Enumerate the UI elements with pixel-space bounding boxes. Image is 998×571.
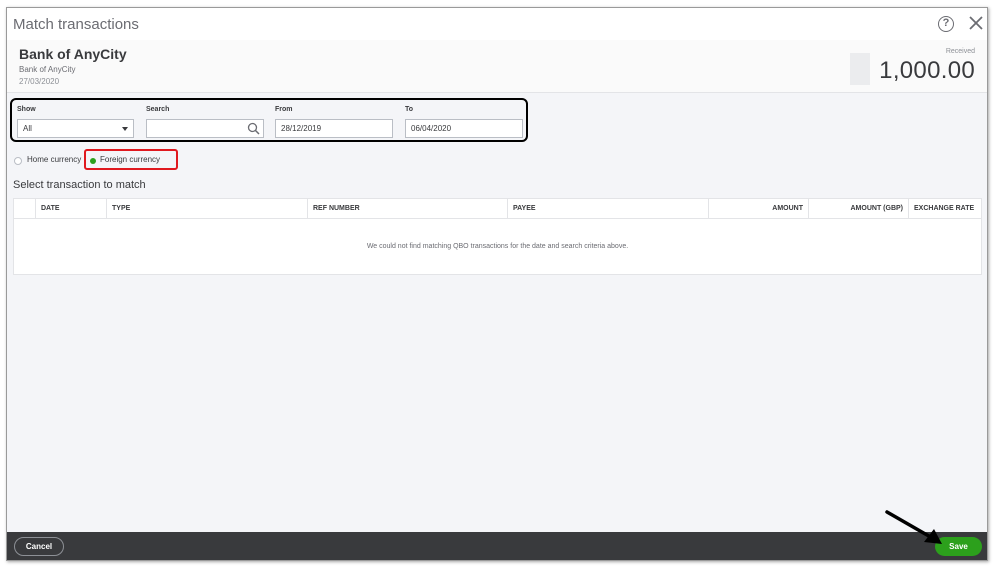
transaction-header: Bank of AnyCity Bank of AnyCity 27/03/20…	[7, 40, 987, 93]
show-select-value: All	[23, 124, 32, 133]
transaction-date: 27/03/2020	[19, 77, 60, 86]
chevron-down-icon	[122, 127, 128, 131]
match-transactions-dialog: Match transactions ? Bank of AnyCity Ban…	[6, 7, 988, 561]
dialog-titlebar: Match transactions ?	[7, 8, 987, 40]
to-date-input[interactable]: 06/04/2020	[405, 119, 523, 138]
search-label: Search	[146, 106, 170, 113]
amount-box	[850, 53, 870, 85]
column-header-ref-number[interactable]: REF NUMBER	[308, 199, 508, 218]
column-header-payee[interactable]: PAYEE	[508, 199, 709, 218]
cancel-button[interactable]: Cancel	[14, 537, 64, 556]
table-header: DATE TYPE REF NUMBER PAYEE AMOUNT AMOUNT…	[14, 199, 981, 219]
annotation-arrow-icon	[885, 510, 942, 544]
search-icon[interactable]	[247, 122, 260, 135]
filter-bar: Show All Search From 28/12/2019 To 06/04…	[10, 98, 528, 142]
dialog-title: Match transactions	[13, 16, 139, 33]
search-input[interactable]	[146, 119, 264, 138]
bank-name: Bank of AnyCity	[19, 46, 127, 62]
column-header-date[interactable]: DATE	[36, 199, 107, 218]
bank-account-name: Bank of AnyCity	[19, 65, 76, 74]
from-date-input[interactable]: 28/12/2019	[275, 119, 393, 138]
home-currency-label[interactable]: Home currency	[27, 155, 81, 164]
home-currency-radio[interactable]	[14, 157, 22, 165]
column-header-type[interactable]: TYPE	[107, 199, 308, 218]
received-amount: 1,000.00	[879, 57, 975, 84]
column-header-amount-gbp[interactable]: AMOUNT (GBP)	[809, 199, 909, 218]
transactions-table: DATE TYPE REF NUMBER PAYEE AMOUNT AMOUNT…	[13, 198, 982, 275]
foreign-currency-highlight	[84, 149, 178, 170]
dialog-footer: Cancel Save	[7, 532, 987, 560]
received-label: Received	[945, 48, 975, 55]
column-header-select	[14, 199, 36, 218]
column-header-amount[interactable]: AMOUNT	[709, 199, 809, 218]
help-icon[interactable]: ?	[938, 16, 954, 32]
show-label: Show	[17, 106, 36, 113]
show-select[interactable]: All	[17, 119, 134, 138]
column-header-exchange-rate[interactable]: EXCHANGE RATE	[909, 199, 981, 218]
close-icon[interactable]	[967, 14, 985, 32]
to-label: To	[405, 106, 414, 113]
from-label: From	[275, 106, 293, 113]
empty-table-message: We could not find matching QBO transacti…	[366, 243, 629, 250]
section-title: Select transaction to match	[13, 179, 146, 191]
